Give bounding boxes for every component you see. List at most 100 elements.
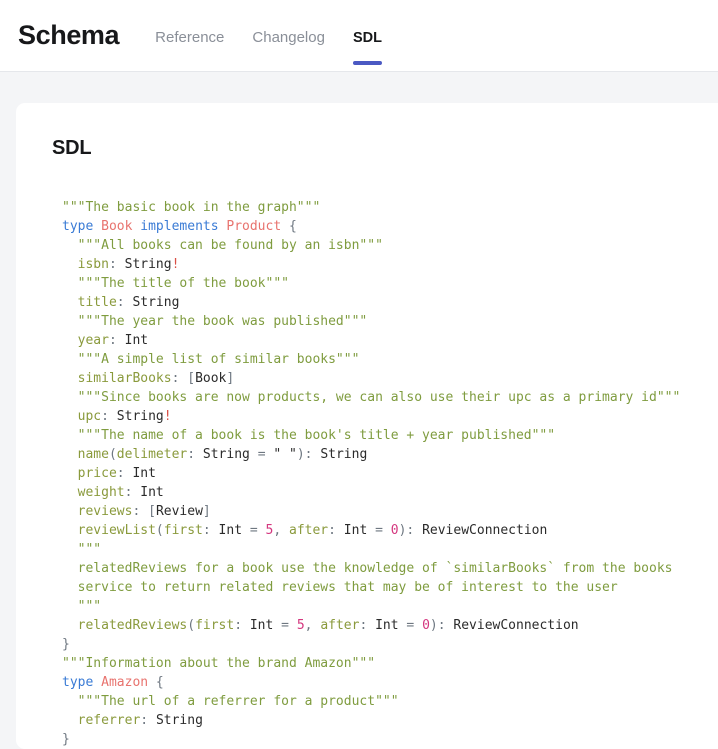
code-token-punct: = [406,618,422,633]
code-token-comment: relatedReviews for a book use the knowle… [62,561,672,576]
code-token-punct: , [273,523,289,538]
code-token-punct: : [109,333,125,348]
code-token-field: name [62,447,109,462]
code-token-scalar: Int [250,618,281,633]
code-token-arg: delimeter [117,447,187,462]
code-line: """A simple list of similar books""" [62,350,718,369]
code-line: similarBooks: [Book] [62,369,718,388]
code-line: """ [62,597,718,616]
code-line: """The title of the book""" [62,274,718,293]
code-line: """The url of a referrer for a product""… [62,692,718,711]
code-token-punct: : [132,504,148,519]
code-token-field: relatedReviews [62,618,187,633]
code-token-punct: : [234,618,250,633]
code-token-keyword: type [62,219,101,234]
code-token-punct: ): [399,523,422,538]
code-token-field: referrer [62,713,140,728]
code-line: title: String [62,293,718,312]
page-title: Schema [18,22,119,49]
code-token-field: reviewList [62,523,156,538]
code-line: relatedReviews for a book use the knowle… [62,559,718,578]
code-token-punct: [ [187,371,195,386]
page-header: Schema Reference Changelog SDL [0,0,718,72]
code-token-keyword: type [62,675,101,690]
code-token-bang: ! [172,257,180,272]
code-line: """The basic book in the graph""" [62,198,718,217]
code-token-scalar: Int [375,618,406,633]
code-token-field: similarBooks [62,371,172,386]
code-token-comment: """A simple list of similar books""" [62,352,359,367]
code-token-comment: """ [62,542,101,557]
code-token-keyword: implements [132,219,226,234]
code-token-punct: = [281,618,297,633]
code-token-arg: first [164,523,203,538]
code-token-punct: = [258,447,274,462]
code-token-scalar: Review [156,504,203,519]
code-token-comment: """All books can be found by an isbn""" [62,238,383,253]
tab-sdl-label: SDL [353,30,382,46]
code-token-field: price [62,466,117,481]
code-token-punct: , [305,618,321,633]
code-line: referrer: String [62,711,718,730]
code-token-punct: : [203,523,219,538]
code-token-bang: ! [164,409,172,424]
code-token-scalar: String [203,447,258,462]
code-line: } [62,635,718,654]
code-token-punct: = [250,523,266,538]
code-token-punct: ( [187,618,195,633]
code-token-string: " " [273,447,296,462]
code-token-comment: """ [62,599,101,614]
tab-reference[interactable]: Reference [155,0,224,71]
code-line: year: Int [62,331,718,350]
code-line: relatedReviews(first: Int = 5, after: In… [62,616,718,635]
code-token-punct: : [172,371,188,386]
code-token-punct: : [117,295,133,310]
code-token-punct: [ [148,504,156,519]
code-token-punct: : [117,466,133,481]
code-token-punct: ] [203,504,211,519]
code-token-number: 0 [422,618,430,633]
code-line: } [62,730,718,749]
code-token-punct: : [187,447,203,462]
tab-sdl[interactable]: SDL [353,0,382,71]
code-token-punct: : [125,485,141,500]
code-token-type: Amazon [101,675,148,690]
tab-changelog-label: Changelog [252,29,325,46]
code-token-field: reviews [62,504,132,519]
code-token-arg: first [195,618,234,633]
code-token-type: Product [226,219,281,234]
code-token-punct: : [109,257,125,272]
code-line: upc: String! [62,407,718,426]
code-token-comment: """The title of the book""" [62,276,289,291]
code-token-field: isbn [62,257,109,272]
tab-strip: Reference Changelog SDL [155,0,410,71]
code-token-scalar: Int [132,466,155,481]
code-token-comment: """The year the book was published""" [62,314,367,329]
code-token-scalar: Int [125,333,148,348]
code-token-punct: : [359,618,375,633]
code-line: service to return related reviews that m… [62,578,718,597]
code-line: """Information about the brand Amazon""" [62,654,718,673]
code-token-comment: """Information about the brand Amazon""" [62,656,375,671]
code-token-field: weight [62,485,125,500]
tab-reference-label: Reference [155,29,224,46]
code-token-punct: ( [109,447,117,462]
code-token-comment: """The basic book in the graph""" [62,200,320,215]
code-token-punct: ] [226,371,234,386]
code-token-punct: } [62,637,70,652]
code-token-scalar: Int [344,523,375,538]
code-line: """The year the book was published""" [62,312,718,331]
code-line: name(delimeter: String = " "): String [62,445,718,464]
code-token-number: 5 [297,618,305,633]
tab-active-underline [353,61,382,65]
code-token-scalar: String [320,447,367,462]
code-token-punct: ( [156,523,164,538]
code-token-field: upc [62,409,101,424]
code-token-scalar: Int [140,485,163,500]
tab-changelog[interactable]: Changelog [252,0,325,71]
code-token-scalar: String [156,713,203,728]
code-line: """Since books are now products, we can … [62,388,718,407]
sdl-code-block[interactable]: """The basic book in the graph"""type Bo… [16,174,718,749]
code-line: price: Int [62,464,718,483]
code-token-number: 0 [391,523,399,538]
